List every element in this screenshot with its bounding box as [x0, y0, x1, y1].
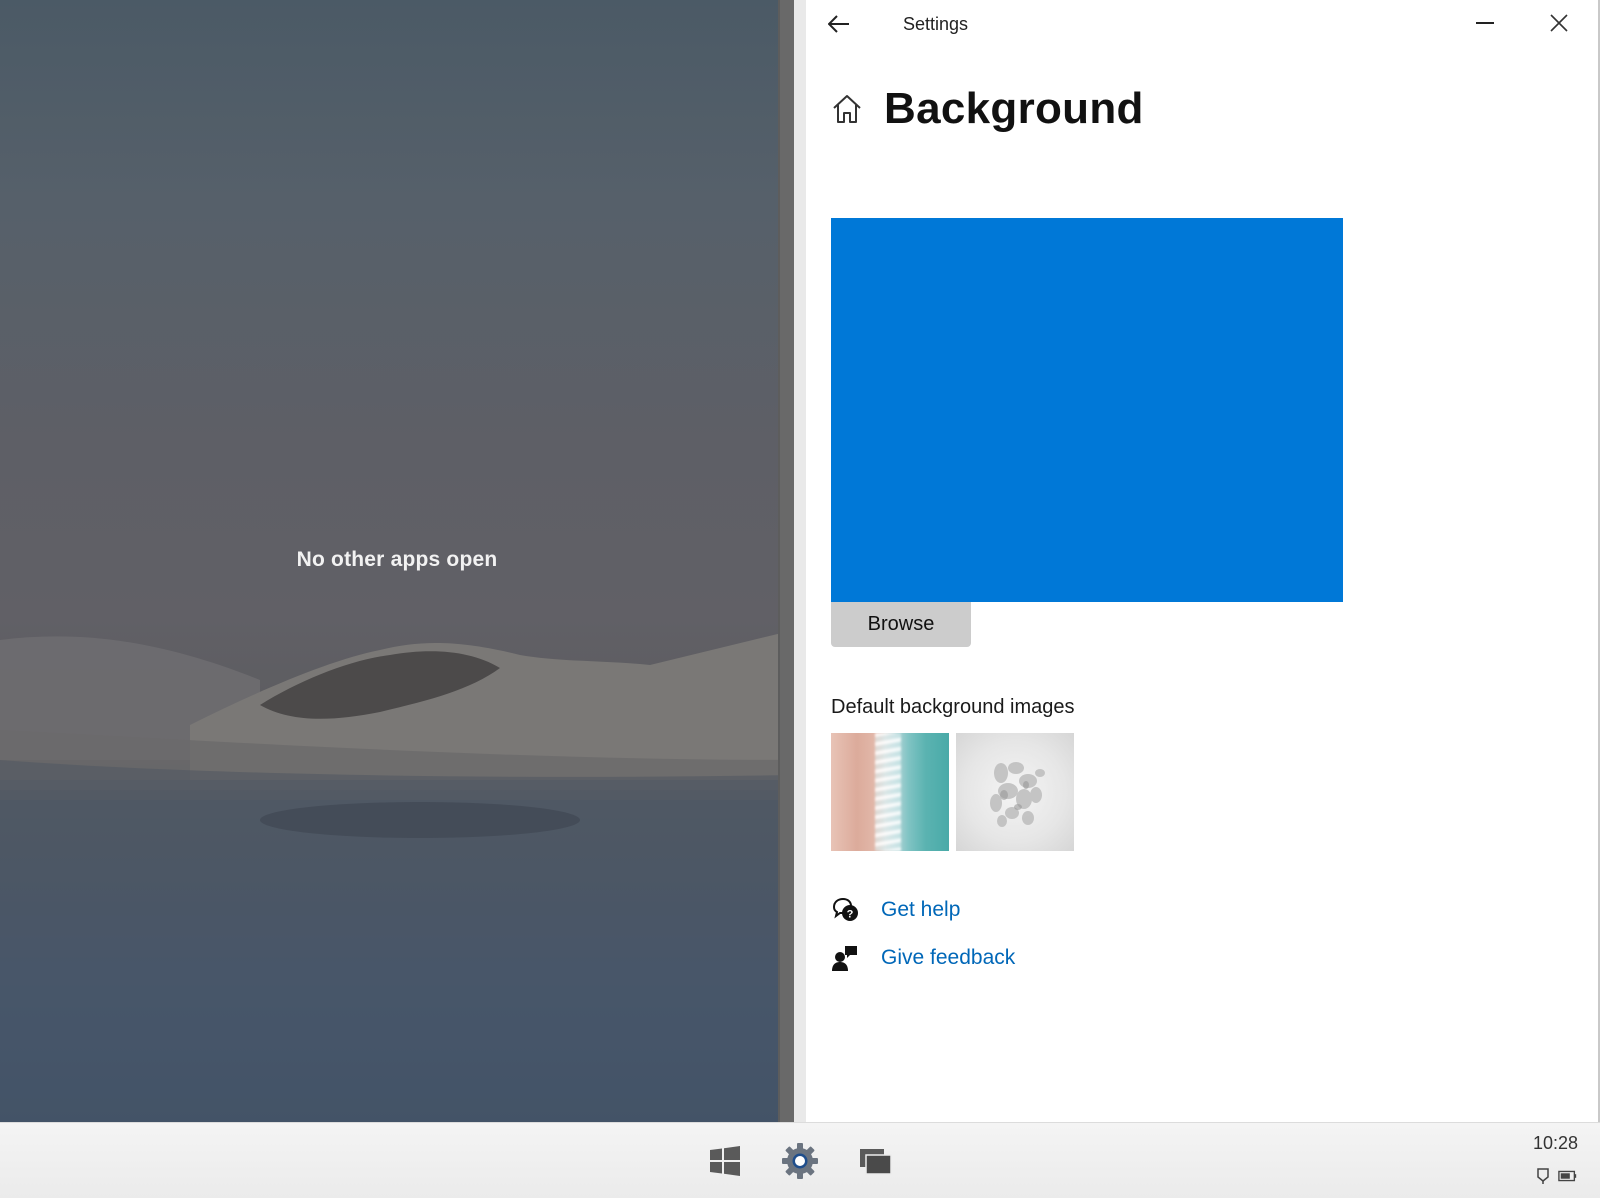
arrow-left-icon	[828, 15, 849, 33]
taskbar-settings-button[interactable]	[780, 1141, 820, 1181]
back-button[interactable]	[824, 10, 854, 38]
page-title: Background	[884, 84, 1144, 133]
screen: No other apps open Settings Background B…	[0, 0, 1600, 1198]
svg-text:?: ?	[847, 909, 854, 921]
give-feedback-label: Give feedback	[881, 946, 1016, 969]
task-view-icon	[860, 1149, 892, 1175]
abstract-shapes-graphic	[990, 762, 1045, 827]
help-links: ? Get help Give feedback	[831, 886, 1015, 982]
no-apps-message: No other apps open	[296, 548, 498, 571]
home-icon[interactable]	[830, 92, 864, 126]
default-image-beach[interactable]	[831, 733, 949, 851]
minimize-icon	[1476, 22, 1494, 24]
task-view-button[interactable]	[855, 1141, 895, 1181]
taskbar: 10:28	[0, 1122, 1600, 1198]
background-preview	[831, 218, 1343, 602]
clock[interactable]: 10:28	[1533, 1133, 1578, 1154]
close-button[interactable]	[1536, 6, 1582, 40]
give-feedback-link[interactable]: Give feedback	[831, 934, 1015, 982]
windows-start-icon	[710, 1146, 740, 1176]
browse-button[interactable]: Browse	[831, 602, 971, 647]
default-images-label: Default background images	[831, 696, 1075, 718]
default-image-abstract[interactable]	[956, 733, 1074, 851]
desktop-snap-area: No other apps open	[0, 0, 794, 1122]
settings-gear-icon	[782, 1143, 818, 1179]
get-help-icon: ?	[831, 896, 859, 924]
minimize-button[interactable]	[1462, 6, 1508, 40]
page-header: Background	[830, 84, 1144, 134]
battery-icon[interactable]	[1558, 1168, 1578, 1184]
close-icon	[1550, 14, 1568, 32]
get-help-link[interactable]: ? Get help	[831, 886, 1015, 934]
start-button[interactable]	[705, 1141, 745, 1181]
settings-window: Settings Background Browse Default backg…	[806, 0, 1600, 1122]
title-bar: Settings	[806, 0, 1598, 48]
network-icon[interactable]	[1534, 1168, 1554, 1184]
get-help-label: Get help	[881, 898, 961, 921]
window-title: Settings	[903, 14, 969, 34]
give-feedback-icon	[831, 944, 859, 972]
default-images-gallery	[831, 733, 1074, 851]
